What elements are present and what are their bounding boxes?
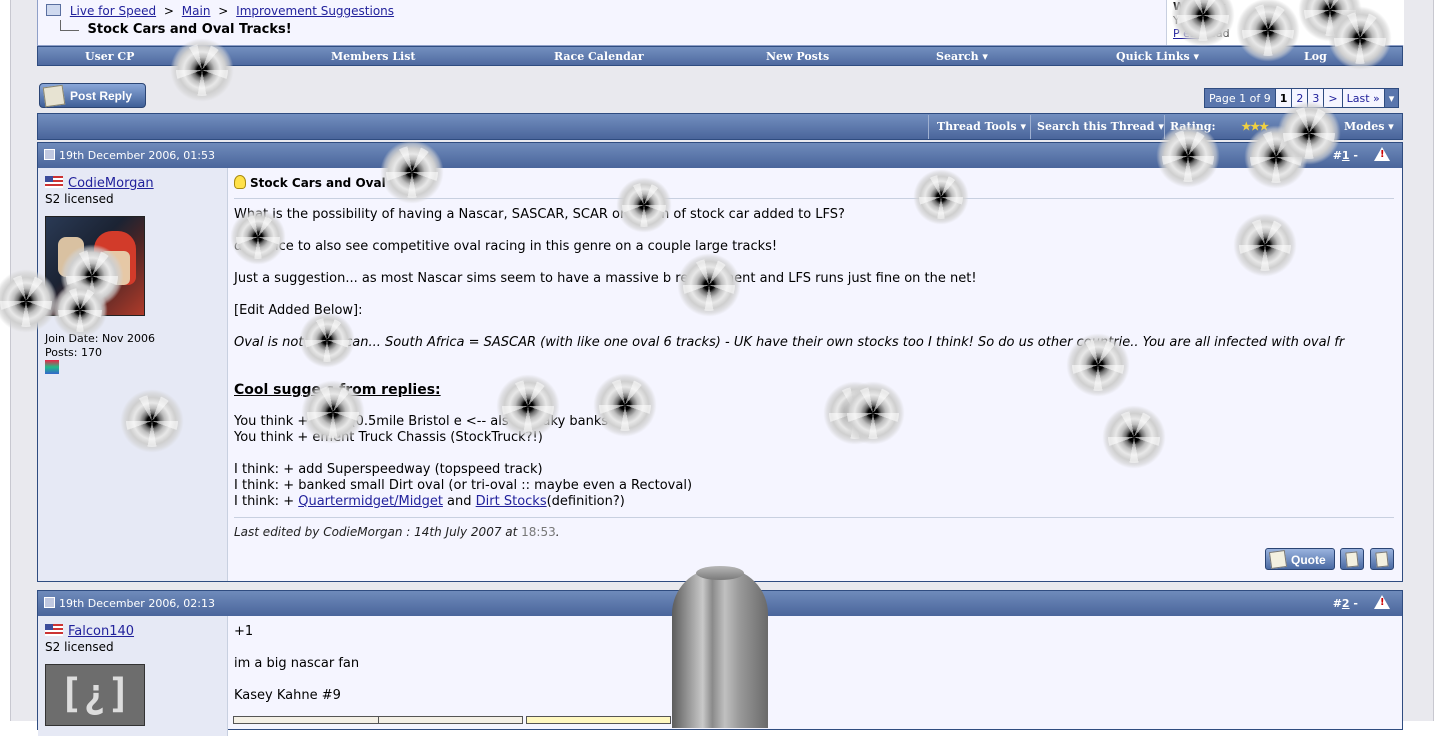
post-number: #1 - — [1332, 149, 1358, 162]
post-icon — [42, 84, 66, 108]
chevron-down-icon: ▾ — [1158, 120, 1164, 133]
post-status-icon — [44, 597, 55, 608]
user-title: S2 licensed — [45, 192, 114, 206]
breadcrumb-link-lfs[interactable]: Live for Speed — [70, 4, 156, 18]
avatar — [45, 216, 145, 316]
thread-tools-bar: Thread Tools ▾ Search this Thread ▾ Rati… — [37, 113, 1403, 140]
chevron-down-icon[interactable]: ▾ — [1385, 89, 1399, 107]
user-info-panel: Falcon140 S2 licensed [¿] — [38, 616, 228, 736]
bulb-icon — [234, 175, 246, 189]
chevron-down-icon: ▾ — [1020, 120, 1026, 133]
welcome-line-3: P ess read — [1173, 27, 1230, 40]
link-dirt-stocks[interactable]: Dirt Stocks — [476, 494, 547, 509]
post-date: 19th December 2006, 01:53 — [44, 149, 215, 162]
nav-race-calendar[interactable]: Race Calendar — [554, 50, 644, 63]
thread-tools-menu[interactable]: Thread Tools ▾ — [937, 120, 1026, 133]
post-count: Posts: 170 — [45, 346, 102, 359]
post-number: #2 - — [1332, 597, 1358, 610]
page-2[interactable]: 2 — [1292, 89, 1309, 107]
signature-image — [233, 716, 379, 724]
welcome-link[interactable]: P ess — [1173, 27, 1201, 40]
signature-image — [378, 716, 523, 724]
post-date: 19th December 2006, 02:13 — [44, 597, 215, 610]
username[interactable]: CodieMorgan — [45, 176, 154, 191]
gun-barrel-icon — [672, 566, 768, 728]
divider — [234, 517, 1394, 518]
divider — [1030, 115, 1031, 139]
page-navigation: Page 1 of 9 1 2 3 > Last » ▾ — [1204, 88, 1400, 108]
page-label: Page 1 of 9 — [1205, 89, 1276, 107]
link-quartermidget[interactable]: Quartermidget/Midget — [298, 494, 443, 509]
page-3[interactable]: 3 — [1308, 89, 1325, 107]
message-line: I think: + banked small Dirt oval (or tr… — [234, 478, 693, 493]
breadcrumb: Live for Speed > Main > Improvement Sugg… — [46, 4, 394, 18]
avatar: [¿] — [45, 664, 145, 726]
warning-icon[interactable] — [1374, 147, 1390, 161]
message-line: im a big nascar fan — [234, 656, 360, 671]
nav-members-list[interactable]: Members List — [331, 50, 416, 63]
message-line: d be nice to also see competitive oval r… — [234, 239, 778, 254]
rating-menu[interactable]: Rating: ★★★ — [1170, 120, 1269, 133]
divider — [234, 198, 1394, 199]
breadcrumb-separator: > — [218, 4, 229, 18]
nav-log-out[interactable]: Log — [1304, 50, 1327, 63]
message-line: I think: + add Superspeedway (topspeed t… — [234, 462, 543, 477]
breadcrumb-box: Live for Speed > Main > Improvement Sugg… — [37, 0, 1404, 46]
flag-icon — [45, 176, 63, 188]
flag-icon — [45, 624, 63, 636]
nav-search[interactable]: Search ▾ — [936, 50, 988, 63]
nav-new-posts[interactable]: New Posts — [766, 50, 829, 63]
message-line: Kasey Kahne #9 — [234, 688, 341, 703]
edited-note: Last edited by CodieMorgan : 14th July 2… — [234, 525, 560, 539]
page-1[interactable]: 1 — [1275, 89, 1293, 107]
breadcrumb-link-main[interactable]: Main — [182, 4, 211, 18]
message-heading: Cool sugge s from replies: — [234, 382, 441, 398]
message-italic: Oval is not american... South Africa = S… — [234, 335, 1345, 350]
post-1: 19th December 2006, 01:53 #1 - CodieMorg… — [37, 142, 1403, 582]
signature-image — [526, 716, 671, 724]
message-line: What is the possibility of having a Nasc… — [234, 207, 845, 222]
multiquote-icon[interactable] — [1340, 548, 1364, 570]
message-line: You think + ement Truck Chassis (StockTr… — [234, 430, 543, 445]
message-line: Just a suggestion... as most Nascar sims… — [234, 271, 977, 286]
nav-user-cp[interactable]: User CP — [85, 50, 134, 63]
chevron-down-icon: ▾ — [1388, 120, 1394, 133]
divider — [1164, 115, 1165, 139]
award-icon — [45, 360, 59, 374]
quote-button[interactable]: Quote — [1265, 548, 1335, 570]
chevron-down-icon: ▾ — [1193, 50, 1200, 63]
tree-icon — [60, 20, 79, 31]
warning-icon[interactable] — [1374, 595, 1390, 609]
display-modes-menu[interactable]: Modes ▾ — [1344, 120, 1394, 133]
username[interactable]: Falcon140 — [45, 624, 134, 639]
welcome-box: W AT ick Y sit y a P ess read — [1166, 0, 1404, 45]
user-title: S2 licensed — [45, 640, 114, 654]
message-line: +1 — [234, 624, 254, 639]
breadcrumb-separator: > — [163, 4, 174, 18]
chevron-down-icon: ▾ — [982, 50, 988, 63]
post-status-icon — [44, 149, 55, 160]
join-date: Join Date: Nov 2006 — [45, 332, 155, 345]
nav-quick-links[interactable]: Quick Links ▾ — [1116, 50, 1199, 63]
breadcrumb-link-improvement[interactable]: Improvement Suggestions — [236, 4, 394, 18]
post-header: 19th December 2006, 01:53 #1 - — [38, 143, 1402, 168]
divider — [928, 115, 929, 139]
thread-title: Stock Cars and Oval Tracks! — [60, 20, 292, 37]
quick-reply-icon[interactable] — [1370, 548, 1394, 570]
rating-stars: ★★★ — [1241, 120, 1269, 133]
search-thread-menu[interactable]: Search this Thread ▾ — [1037, 120, 1164, 133]
post-reply-button[interactable]: Post Reply — [39, 83, 146, 108]
page-next[interactable]: > — [1324, 89, 1343, 107]
user-info-panel: CodieMorgan S2 licensed Join Date: Nov 2… — [38, 168, 228, 581]
message-line: You think + ovals (0.5mile Bristol e <--… — [234, 414, 609, 429]
page-last[interactable]: Last » — [1342, 89, 1385, 107]
quote-icon — [1268, 549, 1288, 570]
folder-icon — [46, 4, 61, 16]
welcome-text: W AT ick — [1173, 0, 1226, 13]
post-title: Stock Cars and Oval — [234, 175, 386, 190]
navbar: User CP Members List Race Calendar New P… — [37, 46, 1403, 66]
message-line: [Edit Added Below]: — [234, 303, 363, 318]
welcome-line-2: Y sit y a — [1173, 14, 1217, 27]
message-line: I think: + Quartermidget/Midget and Dirt… — [234, 494, 625, 509]
